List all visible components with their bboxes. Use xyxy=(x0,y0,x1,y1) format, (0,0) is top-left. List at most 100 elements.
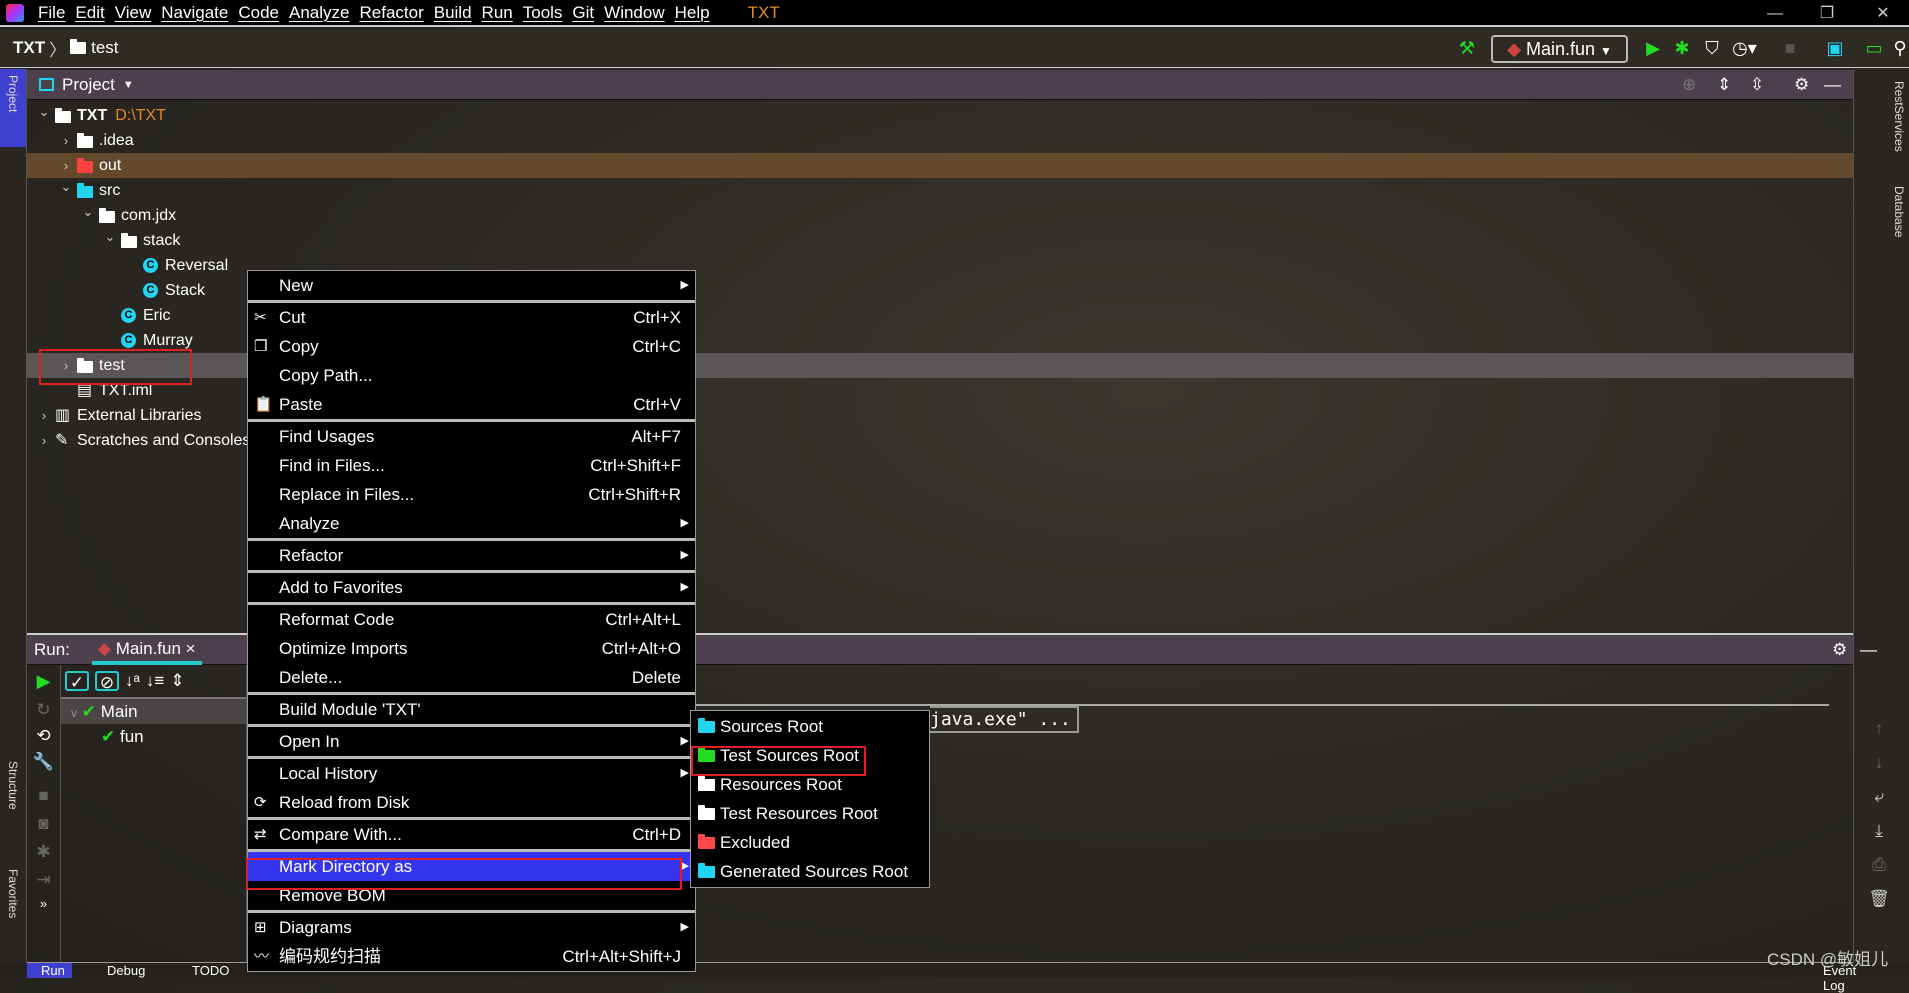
menu-item-diagrams[interactable]: ⊞ Diagrams ▶ xyxy=(248,913,695,942)
chevron-down-icon[interactable]: ⌄ xyxy=(103,224,117,249)
minimize-button[interactable]: — xyxy=(1752,0,1798,27)
expand-all-icon[interactable]: ⇕ xyxy=(1717,75,1731,95)
submenu-item-excluded[interactable]: Excluded xyxy=(691,828,929,857)
run-icon[interactable]: ▶ xyxy=(1641,38,1665,59)
exit-icon[interactable]: ⇥ xyxy=(27,870,60,890)
menu-file[interactable]: File xyxy=(38,3,65,22)
debug-icon[interactable]: ✱ xyxy=(27,842,60,862)
chevron-right-icon[interactable]: › xyxy=(59,128,73,153)
menu-item-copy-path[interactable]: Copy Path... xyxy=(248,361,695,390)
run-config-select[interactable]: ◆ Main.fun ▼ xyxy=(1491,35,1628,63)
show-ignored-toggle[interactable]: ⊘ xyxy=(95,671,119,692)
menu-item-build-module-txt[interactable]: Build Module 'TXT' xyxy=(248,695,695,724)
breadcrumb-project[interactable]: TXT xyxy=(13,38,45,58)
menu-item-find-usages[interactable]: Find Usages Alt+F7 xyxy=(248,422,695,451)
up-arrow-icon[interactable]: ↑ xyxy=(1859,712,1899,746)
menu-window[interactable]: Window xyxy=(604,3,664,22)
menu-build[interactable]: Build xyxy=(434,3,472,22)
menu-edit[interactable]: Edit xyxy=(75,3,104,22)
breadcrumb-folder[interactable]: test xyxy=(91,38,118,58)
run-gear-icon[interactable]: ⚙ xyxy=(1832,640,1847,660)
menu-item-find-in-files[interactable]: Find in Files... Ctrl+Shift+F xyxy=(248,451,695,480)
menu-item-replace-in-files[interactable]: Replace in Files... Ctrl+Shift+R xyxy=(248,480,695,509)
submenu-item-sources-root[interactable]: Sources Root xyxy=(691,712,929,741)
submenu-item-generated-sources-root[interactable]: Generated Sources Root xyxy=(691,857,929,886)
print-icon[interactable]: ⎙ xyxy=(1859,848,1899,882)
bottom-tab-todo[interactable]: TODO xyxy=(192,963,229,978)
stop-icon[interactable]: ■ xyxy=(1778,38,1802,59)
menu-code[interactable]: Code xyxy=(238,3,279,22)
bottom-tab-debug[interactable]: Debug xyxy=(107,963,145,978)
toggle-auto-test-icon[interactable]: ⟲ xyxy=(27,726,60,746)
restore-button[interactable]: ❐ xyxy=(1804,0,1850,27)
menu-tools[interactable]: Tools xyxy=(523,3,563,22)
tree-item[interactable]: ⌄ stack xyxy=(27,228,1853,253)
menu-item-reload-from-disk[interactable]: ⟳ Reload from Disk xyxy=(248,788,695,817)
menu-item-optimize-imports[interactable]: Optimize Imports Ctrl+Alt+O xyxy=(248,634,695,663)
rerun-failed-icon[interactable]: ↻ xyxy=(27,700,60,720)
expand-icon[interactable]: ⇕ xyxy=(170,671,184,691)
chevron-down-icon[interactable]: ⌄ xyxy=(81,199,95,224)
menu-item-delete[interactable]: Delete... Delete xyxy=(248,663,695,692)
locate-icon[interactable]: ⊕ xyxy=(1682,75,1696,95)
show-passed-toggle[interactable]: ✓ xyxy=(65,671,89,692)
menu-run[interactable]: Run xyxy=(482,3,513,22)
chevron-down-icon[interactable]: ▼ xyxy=(123,79,134,91)
menu-item-code-scan[interactable]: 〰编码规约扫描 Ctrl+Alt+Shift+J xyxy=(248,942,695,971)
settings-wrench-icon[interactable]: 🔧 xyxy=(27,752,60,772)
run-tab[interactable]: ◆ Main.fun × xyxy=(91,635,202,665)
menu-item-local-history[interactable]: Local History ▶ xyxy=(248,759,695,788)
stop-icon[interactable]: ■ xyxy=(27,786,60,806)
bottom-tab-run[interactable]: Run xyxy=(27,963,72,978)
tool-tab-structure[interactable]: Structure xyxy=(6,761,20,810)
profiler-icon[interactable]: ◷▾ xyxy=(1732,38,1757,59)
menu-analyze[interactable]: Analyze xyxy=(289,3,349,22)
collapse-all-icon[interactable]: ⇳ xyxy=(1750,75,1764,95)
menu-item-open-in[interactable]: Open In ▶ xyxy=(248,727,695,756)
menu-item-compare-with[interactable]: ⇄ Compare With... Ctrl+D xyxy=(248,820,695,849)
snapshot-camera-icon[interactable]: ◙ xyxy=(27,814,60,834)
project-structure-icon[interactable]: ▣ xyxy=(1823,38,1847,59)
tree-item[interactable]: › out xyxy=(27,153,1853,178)
menu-refactor[interactable]: Refactor xyxy=(359,3,423,22)
tree-item[interactable]: ⌄ TXT D:\TXT xyxy=(27,103,1853,128)
menu-item-copy[interactable]: ❐ Copy Ctrl+C xyxy=(248,332,695,361)
close-button[interactable]: ✕ xyxy=(1860,0,1906,27)
rerun-icon[interactable]: ▶ xyxy=(27,671,60,692)
sort-alpha-icon[interactable]: ↓ᵃ xyxy=(125,671,140,691)
chevron-down-icon[interactable]: ⌄ xyxy=(37,99,51,124)
search-icon[interactable]: ⚲ xyxy=(1888,38,1909,59)
menu-item-cut[interactable]: ✂ Cut Ctrl+X xyxy=(248,303,695,332)
tree-item[interactable]: ⌄ src xyxy=(27,178,1853,203)
down-arrow-icon[interactable]: ↓ xyxy=(1859,746,1899,780)
menu-git[interactable]: Git xyxy=(572,3,594,22)
tool-tab-project[interactable]: Project xyxy=(0,69,26,147)
chevron-down-icon[interactable]: ⌄ xyxy=(59,174,73,199)
menu-item-analyze[interactable]: Analyze ▶ xyxy=(248,509,695,538)
tool-tab-favorites[interactable]: Favorites xyxy=(6,869,20,918)
gear-icon[interactable]: ⚙ xyxy=(1794,75,1809,95)
debug-bug-icon[interactable]: ✱ xyxy=(1670,38,1694,59)
more-icon[interactable]: » xyxy=(27,896,60,911)
hide-icon[interactable]: — xyxy=(1824,75,1841,95)
project-panel-title[interactable]: Project xyxy=(62,75,115,95)
menu-item-paste[interactable]: 📋 Paste Ctrl+V xyxy=(248,390,695,419)
scroll-to-end-icon[interactable]: ⤓ xyxy=(1859,814,1899,848)
trash-icon[interactable]: 🗑 xyxy=(1859,882,1899,916)
close-tab-icon[interactable]: × xyxy=(186,639,196,658)
menu-navigate[interactable]: Navigate xyxy=(161,3,228,22)
menu-view[interactable]: View xyxy=(115,3,152,22)
menu-item-add-to-favorites[interactable]: Add to Favorites ▶ xyxy=(248,573,695,602)
tree-item[interactable]: › .idea xyxy=(27,128,1853,153)
test-node-fun[interactable]: ✔ fun xyxy=(61,724,246,749)
test-node-main[interactable]: v ✔ Main xyxy=(61,699,246,724)
tool-tab-rest-services[interactable]: RestServices xyxy=(1892,81,1906,152)
menu-item-reformat-code[interactable]: Reformat Code Ctrl+Alt+L xyxy=(248,605,695,634)
sort-duration-icon[interactable]: ↓≡ xyxy=(146,671,164,691)
build-hammer-icon[interactable]: ⚒ xyxy=(1455,38,1479,59)
coverage-icon[interactable]: ⛉ xyxy=(1700,38,1724,59)
tree-item[interactable]: ⌄ com.jdx xyxy=(27,203,1853,228)
chevron-right-icon[interactable]: › xyxy=(37,403,51,428)
soft-wrap-icon[interactable]: ⤶ xyxy=(1859,780,1899,814)
menu-item-refactor[interactable]: Refactor ▶ xyxy=(248,541,695,570)
